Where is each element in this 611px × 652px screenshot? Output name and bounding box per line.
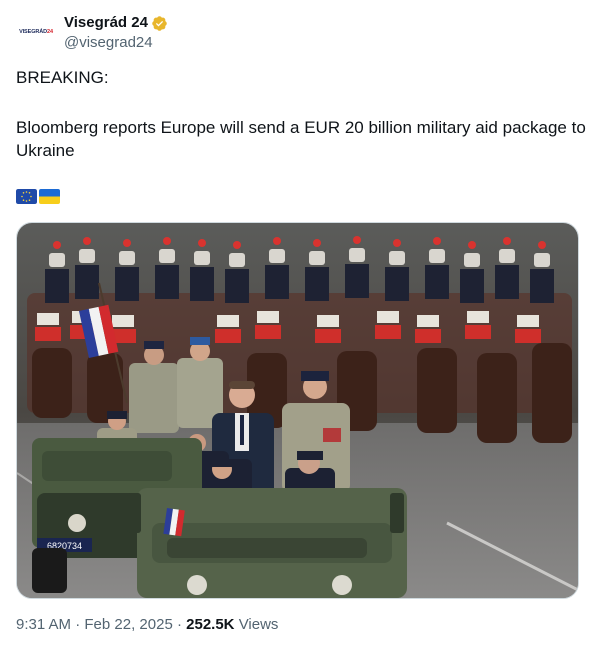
meta-separator-2: ·	[176, 616, 182, 633]
handle[interactable]: @visegrad24	[64, 33, 153, 53]
ukraine-flag-icon	[39, 189, 60, 204]
avatar-logo: VISEGRÁD24	[19, 29, 53, 35]
views-label: Views	[238, 616, 279, 633]
author-name-row: Visegrád 24	[64, 13, 168, 33]
display-name[interactable]: Visegrád 24	[64, 13, 148, 33]
views-count: 252.5K	[186, 616, 235, 633]
tweet-date[interactable]: Feb 22, 2025	[84, 616, 172, 633]
verified-badge-icon	[152, 15, 167, 31]
eu-flag-icon	[16, 189, 37, 204]
tweet-text-line-1: BREAKING:	[16, 68, 109, 87]
tweet-photo[interactable]: 6820734	[16, 222, 579, 599]
parade-photo-illustration: 6820734	[17, 223, 578, 598]
meta-separator: ·	[75, 616, 81, 633]
tweet-text-line-2: Bloomberg reports Europe will send a EUR…	[16, 118, 586, 160]
avatar[interactable]: VISEGRÁD24	[16, 12, 56, 52]
flag-emojis	[16, 189, 60, 204]
tweet-time[interactable]: 9:31 AM	[16, 616, 71, 633]
tweet-meta: 9:31 AM · Feb 22, 2025 · 252.5K Views	[16, 615, 278, 635]
